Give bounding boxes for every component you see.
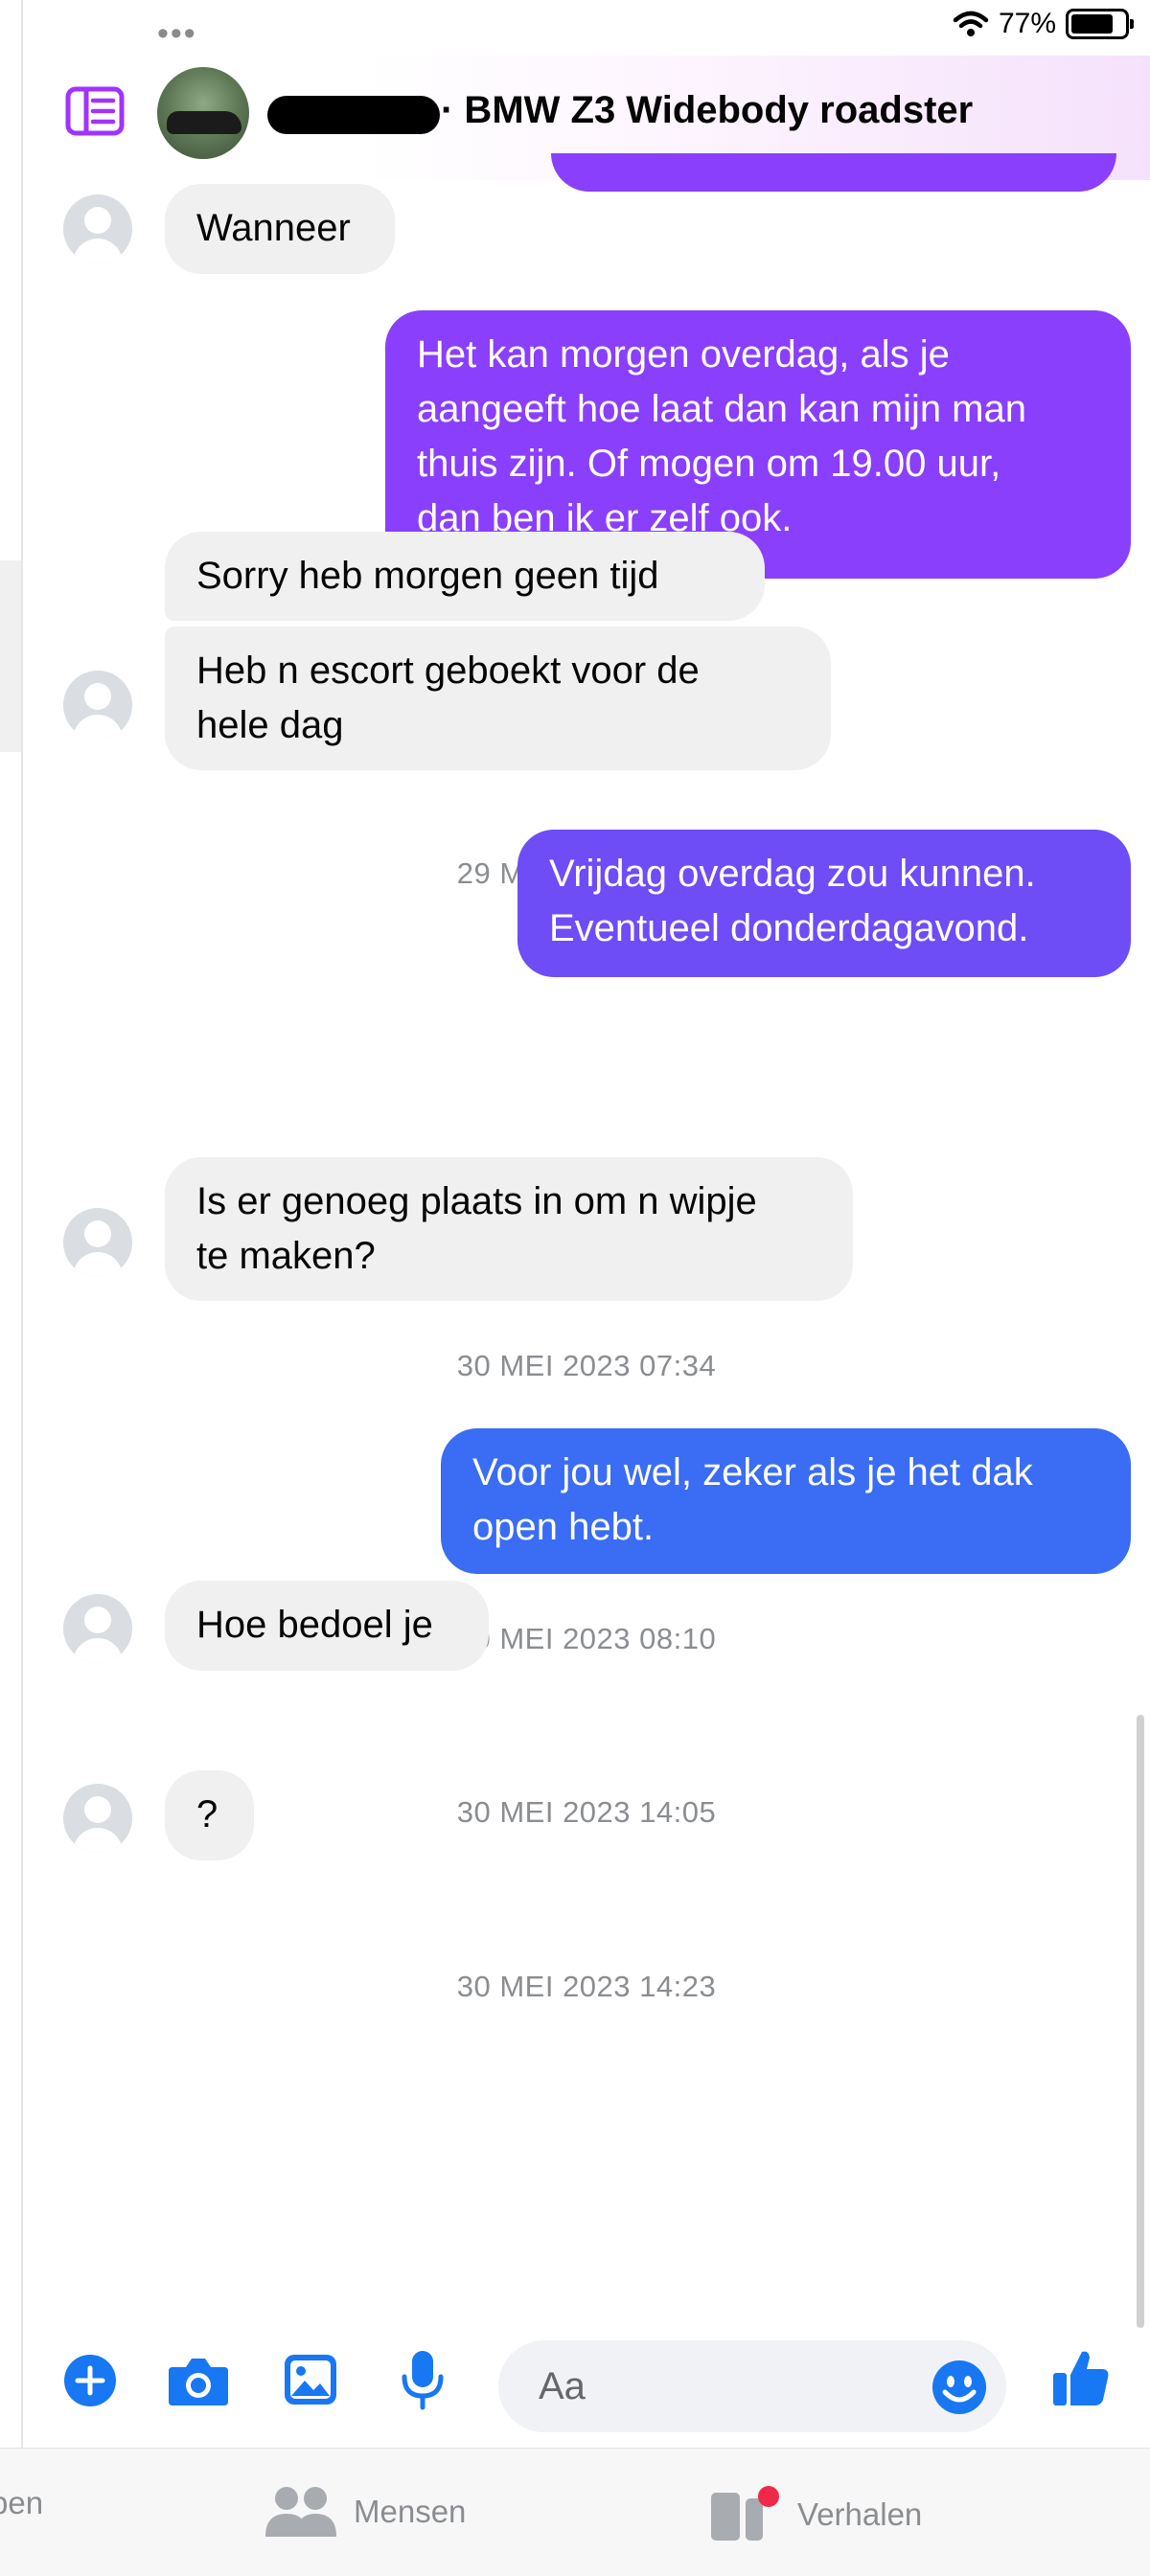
message-line: Is er genoeg plaats in om n wipje [196, 1180, 757, 1222]
sent-message[interactable]: Vrijdag overdag zou kunnen. Eventueel don… [518, 830, 1131, 977]
chat-avatar[interactable] [157, 67, 249, 159]
message-line: Sorry heb morgen geen tijd [196, 555, 659, 597]
battery-icon [1066, 9, 1134, 39]
received-message[interactable]: Heb n escort geboekt voor de hele dag [165, 627, 831, 770]
tab-chats-partial[interactable]: pen [0, 2485, 43, 2521]
message-input-container[interactable] [498, 2340, 1006, 2432]
message-line: te maken? [196, 1235, 376, 1277]
tab-stories-label: Verhalen [797, 2496, 923, 2532]
received-message[interactable]: Is er genoeg plaats in om n wipje te make… [165, 1157, 853, 1301]
stories-icon [711, 2486, 779, 2541]
composer-bar [23, 2333, 1150, 2448]
message-line: thuis zijn. Of mogen om 19.00 uur, [417, 443, 1001, 485]
message-line: Wanneer [196, 207, 351, 249]
message-line: open hebt. [472, 1506, 655, 1548]
sender-avatar[interactable] [63, 1208, 132, 1277]
microphone-icon[interactable] [399, 2348, 447, 2411]
sidebar-toggle-icon[interactable] [65, 86, 125, 136]
people-icon [265, 2487, 336, 2537]
plus-icon[interactable] [63, 2354, 117, 2407]
sent-message[interactable]: Voor jou wel, zeker als je het dak open h… [441, 1428, 1131, 1574]
sender-avatar[interactable] [63, 194, 132, 263]
left-edge-tab[interactable] [0, 560, 21, 752]
tab-chats-partial-label: pen [0, 2485, 44, 2520]
tab-stories[interactable]: Verhalen [709, 2485, 922, 2544]
battery-percentage: 77% [998, 8, 1056, 39]
message-line: hele dag [196, 704, 344, 746]
bottom-tab-bar: pen Mensen Verhalen [0, 2448, 1150, 2576]
emoji-icon[interactable] [932, 2359, 987, 2415]
received-message[interactable]: ? [165, 1770, 254, 1860]
timestamp: 30 MEI 2023 07:34 [456, 1349, 717, 1382]
message-line: aangeeft hoe laat dan kan mijn man [417, 388, 1026, 430]
message-line: ? [196, 1793, 218, 1835]
received-message[interactable]: Wanneer [165, 184, 395, 274]
received-message[interactable]: Hoe bedoel je [165, 1581, 489, 1671]
message-line: Eventueel donderdagavond. [549, 907, 1029, 949]
message-input[interactable] [539, 2363, 903, 2409]
status-bar: ••• 77% [23, 0, 1150, 56]
sender-avatar[interactable] [63, 1594, 132, 1663]
multitasking-dots[interactable]: ••• [157, 15, 197, 53]
chat-title[interactable]: · BMW Z3 Widebody roadster [441, 89, 973, 132]
tab-people[interactable]: Mensen [264, 2485, 466, 2539]
message-line: Hoe bedoel je [196, 1604, 433, 1646]
tab-people-label: Mensen [354, 2494, 467, 2529]
timestamp: 30 MEI 2023 14:23 [456, 1970, 717, 2003]
status-right: 77% [953, 8, 1134, 40]
message-line: Vrijdag overdag zou kunnen. [549, 853, 1036, 895]
sender-avatar[interactable] [63, 671, 132, 740]
received-message[interactable]: Sorry heb morgen geen tijd [165, 532, 765, 621]
message-line: Het kan morgen overdag, als je [417, 333, 950, 376]
sender-avatar[interactable] [63, 1784, 132, 1853]
wifi-icon [953, 11, 989, 36]
notification-dot [758, 2486, 779, 2507]
message-line: Heb n escort geboekt voor de [196, 650, 700, 692]
message-line: Voor jou wel, zeker als je het dak [472, 1451, 1033, 1493]
like-icon[interactable] [1050, 2346, 1112, 2409]
message-thread[interactable]: 29 MEI 2023 09:26Wanneer29 MEI 2023 17:3… [23, 180, 1150, 2333]
scrollbar[interactable] [1137, 1715, 1144, 2328]
camera-icon[interactable] [167, 2354, 230, 2407]
redacted-name [267, 96, 440, 134]
image-icon[interactable] [282, 2352, 339, 2407]
left-edge-panel [0, 0, 23, 2576]
